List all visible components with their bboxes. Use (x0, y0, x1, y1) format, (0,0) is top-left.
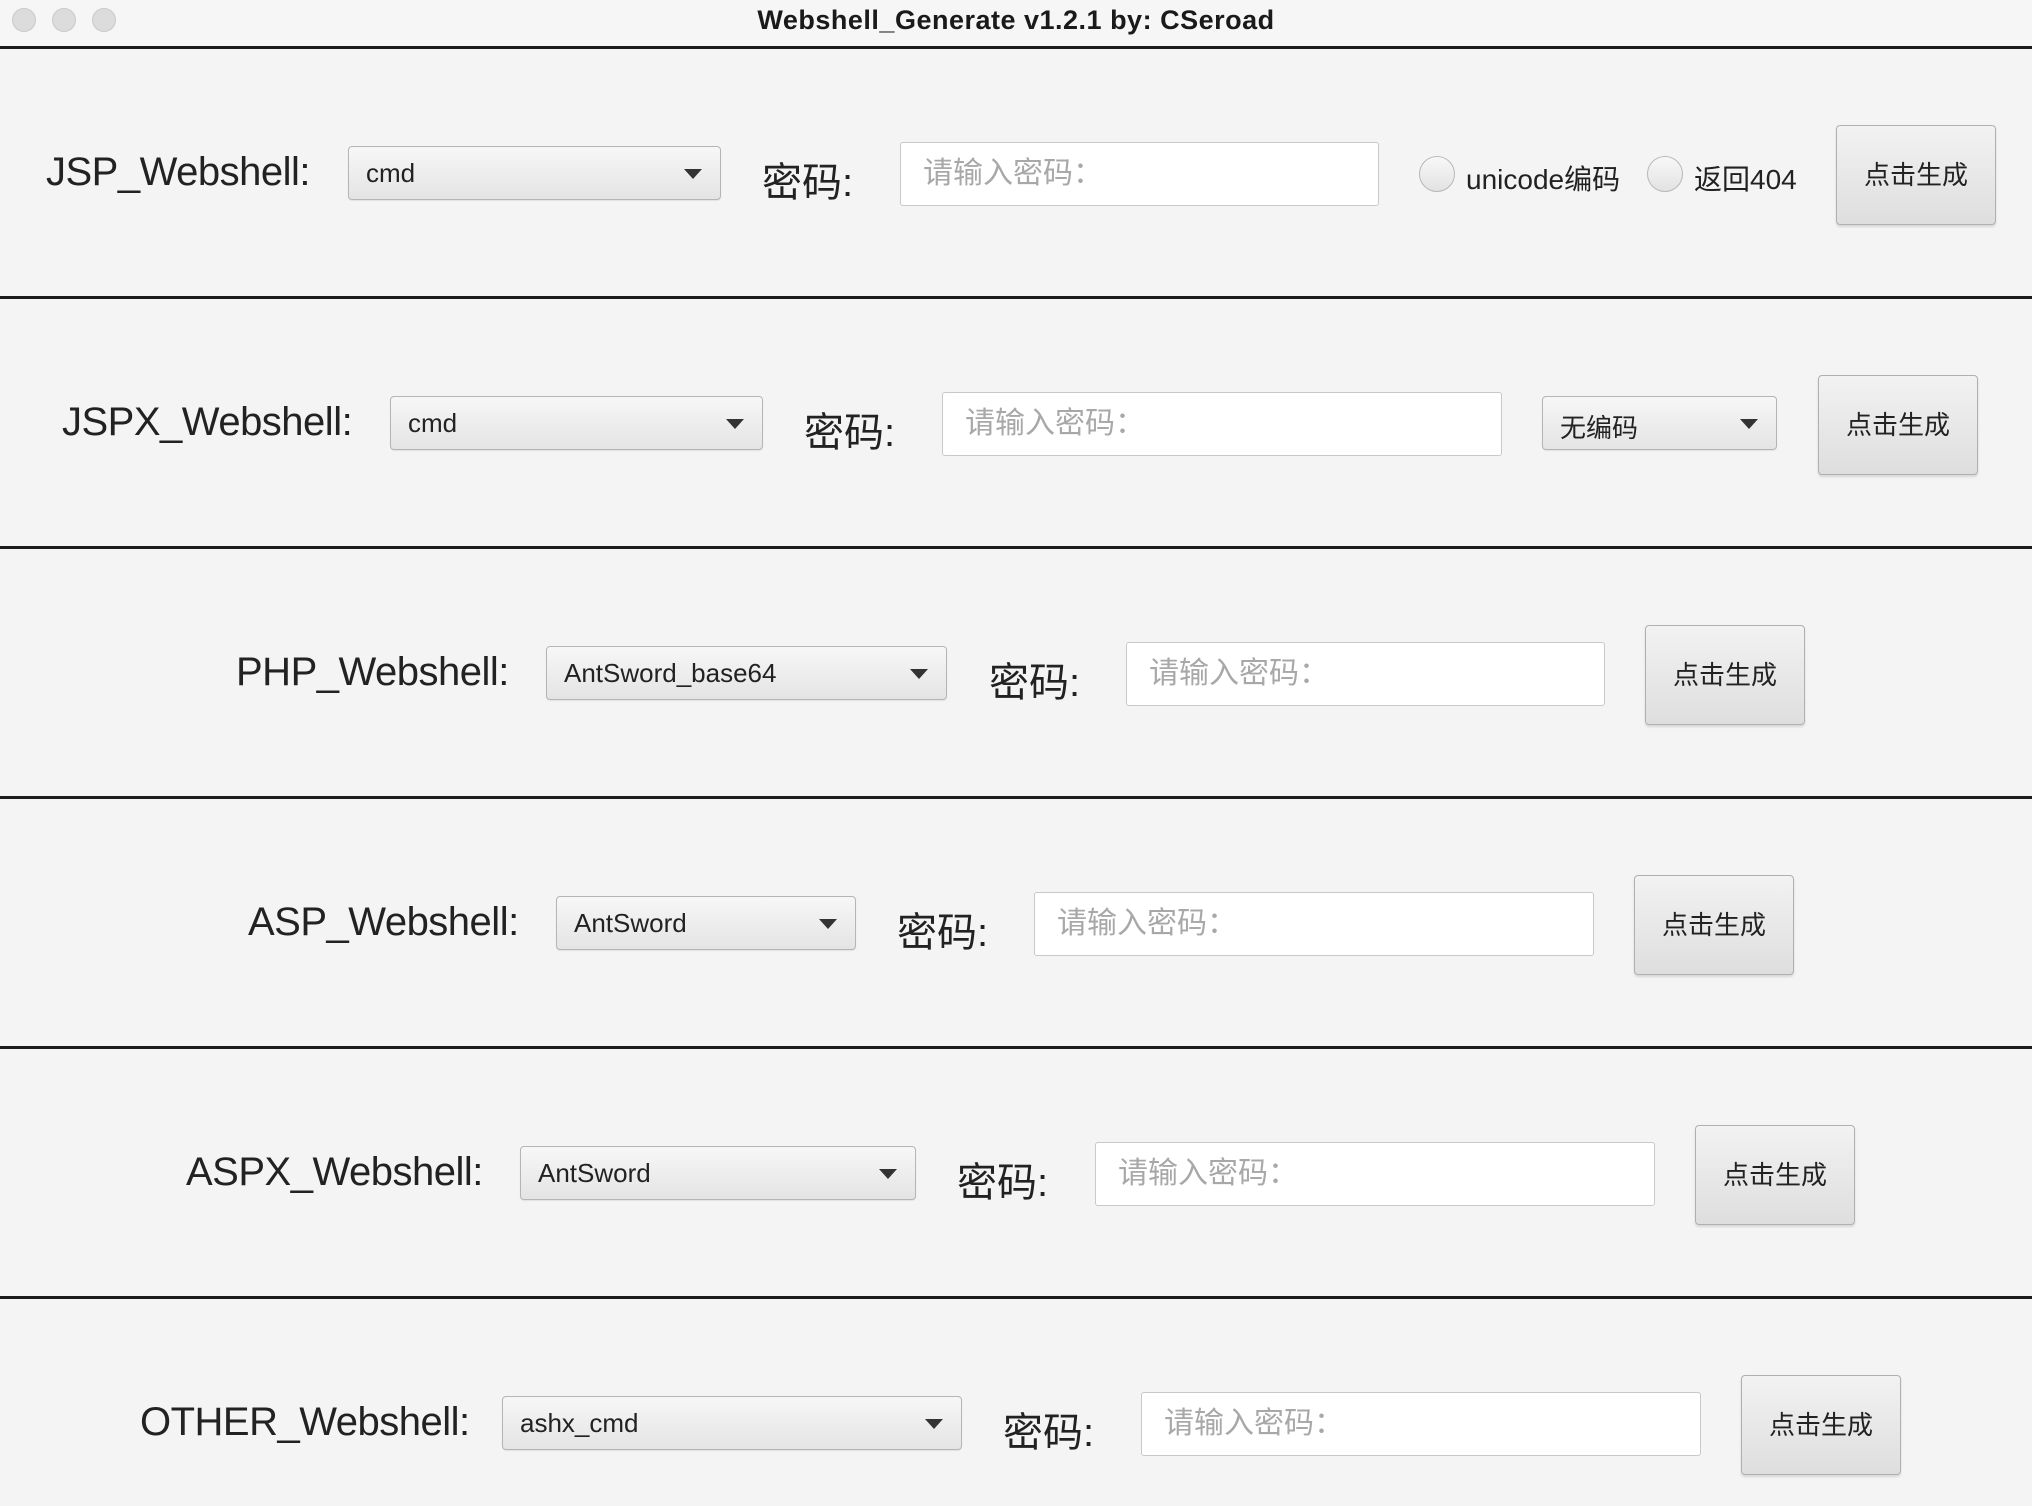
other-generate-button[interactable]: 点击生成 (1741, 1375, 1901, 1475)
row-php: PHP_Webshell: AntSword_base64 密码: 点击生成 (0, 552, 2032, 799)
row-other: OTHER_Webshell: ashx_cmd 密码: 点击生成 (0, 1302, 2032, 1506)
asp-generate-button[interactable]: 点击生成 (1634, 875, 1794, 975)
asp-password-input[interactable] (1034, 892, 1594, 956)
row-aspx: ASPX_Webshell: AntSword 密码: 点击生成 (0, 1052, 2032, 1299)
chevron-down-icon (684, 169, 702, 179)
jspx-password-input[interactable] (942, 392, 1502, 456)
other-type-value: ashx_cmd (520, 1408, 639, 1438)
aspx-password-input[interactable] (1095, 1142, 1655, 1206)
row-jsp: JSP_Webshell: cmd 密码: unicode编码 返回404 点击… (0, 52, 2032, 299)
other-password-input[interactable] (1141, 1392, 1701, 1456)
jspx-generate-button[interactable]: 点击生成 (1818, 375, 1978, 475)
php-type-value: AntSword_base64 (564, 658, 777, 688)
divider (0, 796, 2032, 799)
php-password-label: 密码: (989, 661, 1081, 705)
divider (0, 296, 2032, 299)
app-window: Webshell_Generate v1.2.1 by: CSeroad JSP… (0, 0, 2032, 1506)
jspx-encoding-select[interactable]: 无编码 (1542, 396, 1777, 450)
chevron-down-icon (726, 419, 744, 429)
row-asp: ASP_Webshell: AntSword 密码: 点击生成 (0, 802, 2032, 1049)
jspx-webshell-label: JSPX_Webshell: (62, 400, 353, 444)
return-404-radio[interactable] (1647, 156, 1683, 192)
php-type-select[interactable]: AntSword_base64 (546, 646, 947, 700)
jspx-encoding-value: 无编码 (1560, 413, 1639, 443)
chevron-down-icon (910, 669, 928, 679)
asp-type-select[interactable]: AntSword (556, 896, 856, 950)
other-webshell-label: OTHER_Webshell: (140, 1400, 470, 1444)
unicode-encode-radio[interactable] (1419, 156, 1455, 192)
other-type-select[interactable]: ashx_cmd (502, 1396, 962, 1450)
jsp-password-input[interactable] (900, 142, 1379, 206)
jspx-password-label: 密码: (804, 411, 896, 455)
jsp-type-select[interactable]: cmd (348, 146, 721, 200)
jspx-type-value: cmd (408, 408, 458, 438)
divider (0, 1296, 2032, 1299)
chevron-down-icon (1740, 419, 1758, 429)
jsp-password-label: 密码: (762, 161, 854, 205)
window-title: Webshell_Generate v1.2.1 by: CSeroad (757, 5, 1275, 35)
jsp-generate-button[interactable]: 点击生成 (1836, 125, 1996, 225)
aspx-password-label: 密码: (957, 1161, 1049, 1205)
jspx-type-select[interactable]: cmd (390, 396, 763, 450)
divider (0, 1046, 2032, 1049)
chevron-down-icon (925, 1419, 943, 1429)
asp-type-value: AntSword (574, 908, 687, 938)
aspx-type-select[interactable]: AntSword (520, 1146, 916, 1200)
row-jspx: JSPX_Webshell: cmd 密码: 无编码 点击生成 (0, 302, 2032, 549)
php-password-input[interactable] (1126, 642, 1605, 706)
aspx-type-value: AntSword (538, 1158, 651, 1188)
chevron-down-icon (879, 1169, 897, 1179)
aspx-webshell-label: ASPX_Webshell: (186, 1150, 483, 1194)
unicode-encode-label: unicode编码 (1466, 164, 1621, 195)
aspx-generate-button[interactable]: 点击生成 (1695, 1125, 1855, 1225)
asp-webshell-label: ASP_Webshell: (248, 900, 519, 944)
divider (0, 546, 2032, 549)
php-webshell-label: PHP_Webshell: (236, 650, 509, 694)
other-password-label: 密码: (1003, 1411, 1095, 1455)
chevron-down-icon (819, 919, 837, 929)
php-generate-button[interactable]: 点击生成 (1645, 625, 1805, 725)
jsp-webshell-label: JSP_Webshell: (46, 150, 311, 194)
return-404-label: 返回404 (1694, 164, 1797, 195)
asp-password-label: 密码: (897, 911, 989, 955)
title-bar: Webshell_Generate v1.2.1 by: CSeroad (0, 0, 2032, 49)
jsp-type-value: cmd (366, 158, 416, 188)
